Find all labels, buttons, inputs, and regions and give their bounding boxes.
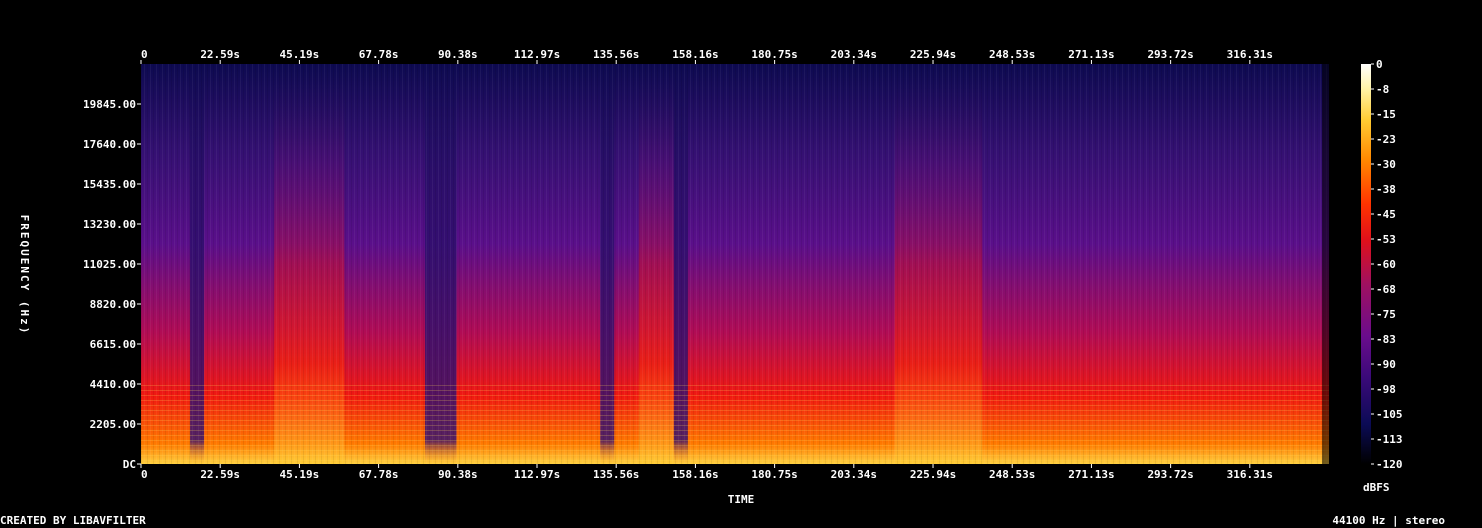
colorbar-tick-label: -8 bbox=[1376, 83, 1389, 96]
colorbar-tick-label: -68 bbox=[1376, 283, 1396, 296]
spectrogram-plot bbox=[141, 64, 1329, 464]
x-axis-title: TIME bbox=[728, 493, 755, 506]
colorbar-gradient bbox=[1361, 64, 1371, 464]
spectrogram-texture-harmonics bbox=[141, 384, 1329, 464]
footer-audio-info: 44100 Hz | stereo bbox=[1332, 514, 1445, 527]
y-tick-label: 13230.00 bbox=[83, 218, 136, 231]
colorbar-tick-label: -75 bbox=[1376, 308, 1396, 321]
x-tick-label-bottom: 316.31s bbox=[1227, 468, 1273, 481]
y-tick-label: 4410.00 bbox=[90, 378, 136, 391]
x-tick-label-bottom: 293.72s bbox=[1147, 468, 1193, 481]
x-tick-label-top: 112.97s bbox=[514, 48, 560, 61]
x-tick-label-top: 158.16s bbox=[672, 48, 718, 61]
x-tick-label-bottom: 158.16s bbox=[672, 468, 718, 481]
colorbar-tick-label: -38 bbox=[1376, 183, 1396, 196]
x-tick-label-top: 225.94s bbox=[910, 48, 956, 61]
colorbar-tick-label: -113 bbox=[1376, 433, 1403, 446]
colorbar: 0 -8 -15 -23 -30 -38 -45 -53 -60 -68 -75 -83 -90 -98 -… bbox=[1361, 58, 1403, 494]
x-tick-label-bottom: 67.78s bbox=[359, 468, 399, 481]
colorbar-tick-label: 0 bbox=[1376, 58, 1383, 71]
footer-credit: CREATED BY LIBAVFILTER bbox=[0, 514, 146, 527]
x-tick-label-top: 203.34s bbox=[831, 48, 877, 61]
x-tick-label-top: 316.31s bbox=[1227, 48, 1273, 61]
colorbar-title: dBFS bbox=[1363, 481, 1390, 494]
x-axis-bottom: 0 22.59s 45.19s 67.78s 90.38s 112.97s 135.56s 1… bbox=[140, 464, 1273, 481]
colorbar-tick-label: -45 bbox=[1376, 208, 1396, 221]
y-tick-label: 17640.00 bbox=[83, 138, 136, 151]
y-tick-label: 8820.00 bbox=[90, 298, 136, 311]
x-tick-label-top: 271.13s bbox=[1068, 48, 1114, 61]
x-tick-label-bottom: 135.56s bbox=[593, 468, 639, 481]
spectrogram-end-fade bbox=[1322, 64, 1329, 464]
y-tick-label: 6615.00 bbox=[90, 338, 136, 351]
x-tick-label-bottom: 0 bbox=[141, 468, 148, 481]
y-axis: DC 2205.00 4410.00 6615.00 8820.00 11025.00 13… bbox=[83, 98, 141, 471]
x-tick-label-top: 0 bbox=[141, 48, 148, 61]
colorbar-tick-label: -105 bbox=[1376, 408, 1403, 421]
x-tick-label-bottom: 180.75s bbox=[751, 468, 797, 481]
x-tick-label-top: 248.53s bbox=[989, 48, 1035, 61]
x-tick-label-bottom: 45.19s bbox=[280, 468, 320, 481]
colorbar-tick-label: -98 bbox=[1376, 383, 1396, 396]
colorbar-tick-label: -90 bbox=[1376, 358, 1396, 371]
colorbar-tick-label: -15 bbox=[1376, 108, 1396, 121]
y-tick-label: 19845.00 bbox=[83, 98, 136, 111]
x-tick-label-top: 22.59s bbox=[200, 48, 240, 61]
x-tick-label-top: 67.78s bbox=[359, 48, 399, 61]
y-tick-label: DC bbox=[123, 458, 136, 471]
x-tick-label-bottom: 112.97s bbox=[514, 468, 560, 481]
x-tick-label-bottom: 271.13s bbox=[1068, 468, 1114, 481]
x-tick-label-top: 90.38s bbox=[438, 48, 478, 61]
y-tick-label: 2205.00 bbox=[90, 418, 136, 431]
x-tick-label-top: 45.19s bbox=[280, 48, 320, 61]
x-axis-top: 0 22.59s 45.19s 67.78s 90.38s 112.97s 135.56s 1… bbox=[140, 48, 1273, 64]
colorbar-tick-label: -120 bbox=[1376, 458, 1403, 471]
spectrogram-chart: 0 22.59s 45.19s 67.78s 90.38s 112.97s 135.56s 1… bbox=[18, 48, 1403, 506]
x-tick-label-bottom: 203.34s bbox=[831, 468, 877, 481]
y-axis-title: FREQUENCY (Hz) bbox=[18, 215, 31, 336]
colorbar-tick-label: -60 bbox=[1376, 258, 1396, 271]
x-tick-label-top: 135.56s bbox=[593, 48, 639, 61]
x-tick-label-bottom: 22.59s bbox=[200, 468, 240, 481]
x-tick-label-bottom: 90.38s bbox=[438, 468, 478, 481]
colorbar-tick-label: -83 bbox=[1376, 333, 1396, 346]
x-tick-label-bottom: 225.94s bbox=[910, 468, 956, 481]
colorbar-tick-label: -53 bbox=[1376, 233, 1396, 246]
y-tick-label: 15435.00 bbox=[83, 178, 136, 191]
colorbar-tick-label: -30 bbox=[1376, 158, 1396, 171]
x-tick-label-bottom: 248.53s bbox=[989, 468, 1035, 481]
colorbar-tick-label: -23 bbox=[1376, 133, 1396, 146]
y-tick-label: 11025.00 bbox=[83, 258, 136, 271]
x-tick-label-top: 180.75s bbox=[751, 48, 797, 61]
x-tick-label-top: 293.72s bbox=[1147, 48, 1193, 61]
